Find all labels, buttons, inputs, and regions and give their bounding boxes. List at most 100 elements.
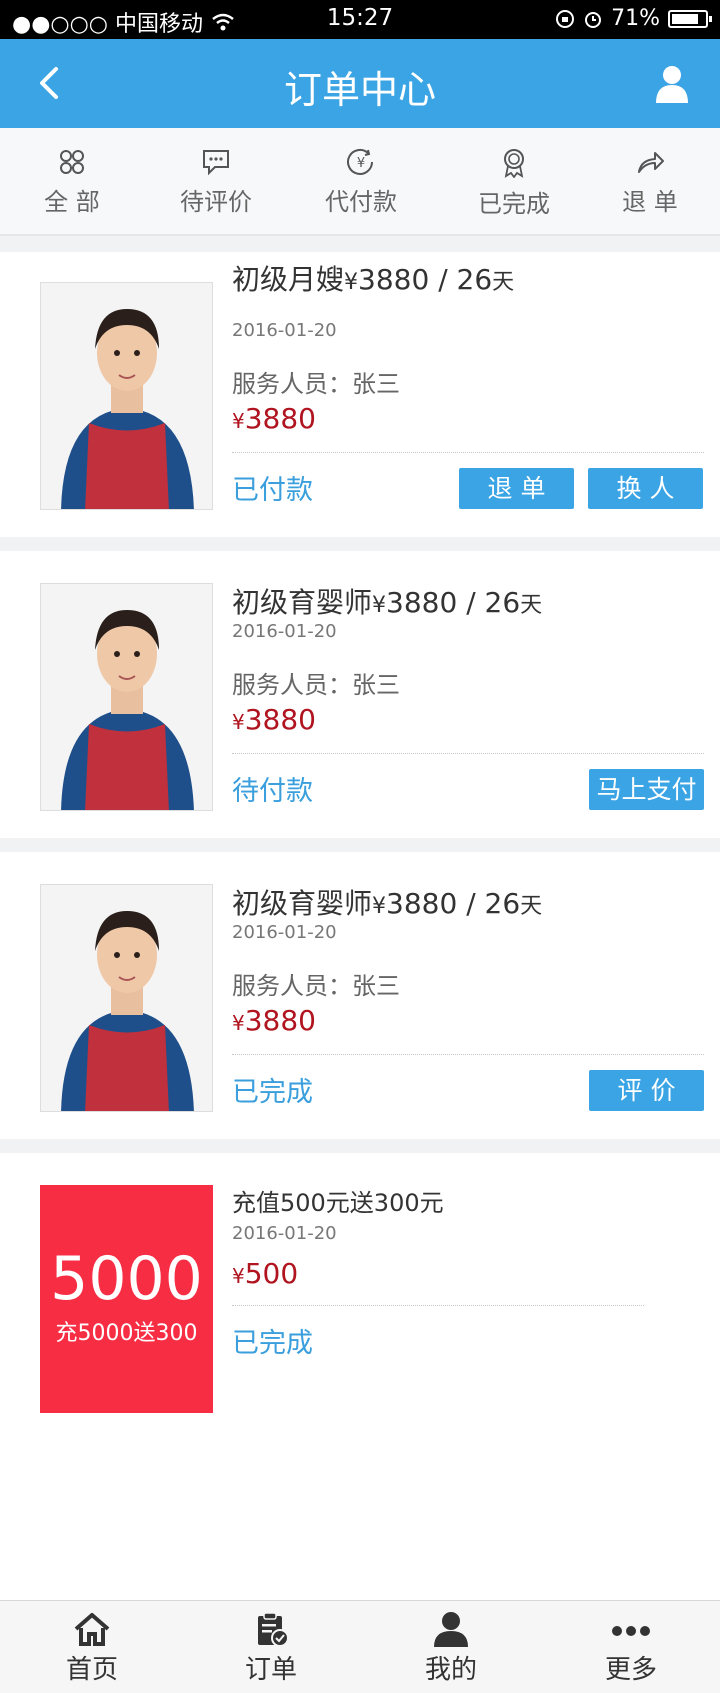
share-arrow-icon: [638, 152, 664, 173]
currency-icon: ¥: [347, 148, 373, 175]
order-title: 初级月嫂¥3880 / 26天: [232, 258, 514, 298]
currency-symbol: ¥: [232, 409, 245, 433]
change-staff-button[interactable]: 换 人: [588, 468, 703, 509]
comment-icon: [203, 150, 229, 176]
service-name: 初级育婴师: [232, 887, 373, 920]
order-card[interactable]: 初级育婴师¥3880 / 26天 2016-01-20 服务人员：张三 ¥388…: [0, 852, 720, 1139]
order-date: 2016-01-20: [232, 320, 337, 341]
grid-icon: [60, 150, 84, 174]
order-price: ¥3880: [232, 1004, 316, 1037]
header-bar: 订单中心: [0, 39, 720, 128]
clipboard-check-icon: [258, 1612, 289, 1647]
status-bar: ●●○○○ 中国移动 15:27 71%: [0, 0, 720, 39]
staff-photo: [40, 282, 213, 510]
person-icon: [434, 1612, 468, 1647]
staff-portrait-image: [41, 885, 212, 1111]
tab-completed-label: 已完成: [478, 190, 550, 218]
currency-symbol: ¥: [232, 1011, 245, 1035]
tab-pending-payment[interactable]: ¥ 代付款: [296, 148, 426, 217]
pay-now-button[interactable]: 马上支付: [589, 769, 704, 810]
service-name: 初级育婴师: [232, 586, 373, 619]
staff-label: 服务人员：张三: [232, 972, 400, 1000]
nav-orders-label: 订单: [244, 1655, 297, 1685]
duration: / 26: [438, 263, 493, 296]
nav-more-label: 更多: [604, 1655, 657, 1685]
promo-caption: 充5000送300: [55, 1321, 198, 1346]
dotted-divider: [232, 753, 704, 754]
more-dots-icon: [612, 1626, 650, 1636]
order-status: 已付款: [232, 475, 313, 506]
staff-portrait-image: [41, 283, 212, 509]
tab-completed[interactable]: 已完成: [449, 148, 579, 219]
title-price: 3880: [386, 586, 458, 619]
order-status: 已完成: [232, 1077, 313, 1108]
nav-more[interactable]: 更多: [571, 1611, 691, 1686]
nav-mine-label: 我的: [424, 1655, 477, 1685]
home-icon: [74, 1613, 110, 1646]
nav-mine[interactable]: 我的: [391, 1611, 511, 1686]
order-card[interactable]: 初级育婴师¥3880 / 26天 2016-01-20 服务人员：张三 ¥388…: [0, 551, 720, 838]
battery-percent: 71%: [611, 6, 660, 31]
order-title: 充值500元送300元: [232, 1189, 444, 1217]
day-unit: 天: [520, 593, 543, 618]
price-value: 500: [244, 1257, 299, 1290]
order-date: 2016-01-20: [232, 621, 337, 642]
order-title: 初级育婴师¥3880 / 26天: [232, 882, 542, 922]
order-card[interactable]: 5000 充5000送300 充值500元送300元 2016-01-20 ¥5…: [0, 1153, 720, 1453]
order-price: ¥3880: [232, 402, 316, 435]
price-value: 3880: [244, 402, 316, 435]
currency-symbol: ¥: [344, 270, 359, 295]
user-profile-icon[interactable]: [652, 63, 692, 105]
tab-refund[interactable]: 退 单: [585, 148, 715, 217]
staff-label: 服务人员：张三: [232, 671, 400, 699]
tab-pending-review[interactable]: 待评价: [151, 148, 281, 217]
bottom-tab-bar: 首页 订单 我的 更多: [0, 1600, 720, 1693]
nav-home-label: 首页: [65, 1655, 118, 1685]
order-date: 2016-01-20: [232, 1223, 337, 1244]
duration: / 26: [466, 586, 521, 619]
tab-pending-review-label: 待评价: [180, 188, 252, 216]
staff-label: 服务人员：张三: [232, 370, 400, 398]
day-unit: 天: [492, 270, 515, 295]
staff-photo: [40, 884, 213, 1112]
order-filter-tabs: 全 部 待评价 ¥ 代付款 已完成 退 单: [0, 128, 720, 236]
rotation-lock-icon: [556, 9, 575, 28]
order-status: 已完成: [232, 1328, 313, 1359]
section-divider: [0, 236, 720, 252]
refund-button[interactable]: 退 单: [459, 468, 574, 509]
tab-all-label: 全 部: [44, 188, 100, 216]
review-button[interactable]: 评 价: [589, 1070, 704, 1111]
order-card[interactable]: 初级月嫂¥3880 / 26天 2016-01-20 服务人员：张三 ¥3880…: [0, 252, 720, 537]
price-value: 3880: [244, 703, 316, 736]
currency-symbol: ¥: [232, 710, 245, 734]
title-price: 3880: [386, 887, 458, 920]
nav-home[interactable]: 首页: [32, 1611, 152, 1686]
status-right: 71%: [555, 6, 712, 31]
nav-orders[interactable]: 订单: [211, 1611, 331, 1686]
dotted-divider: [232, 1305, 644, 1306]
staff-portrait-image: [41, 584, 212, 810]
section-divider: [0, 537, 720, 551]
currency-symbol: ¥: [372, 593, 387, 618]
section-divider: [0, 1139, 720, 1153]
order-price: ¥3880: [232, 703, 316, 736]
alarm-icon: [585, 11, 602, 28]
day-unit: 天: [520, 894, 543, 919]
currency-symbol: ¥: [232, 1264, 245, 1288]
badge-icon: [504, 149, 524, 178]
dotted-divider: [232, 1054, 704, 1055]
order-status: 待付款: [232, 776, 313, 807]
staff-photo: [40, 583, 213, 811]
price-value: 3880: [244, 1004, 316, 1037]
order-price: ¥500: [232, 1257, 298, 1290]
service-name: 初级月嫂: [232, 263, 345, 296]
duration: / 26: [466, 887, 521, 920]
tab-all[interactable]: 全 部: [7, 148, 137, 217]
tab-refund-label: 退 单: [622, 188, 678, 216]
title-price: 3880: [358, 263, 430, 296]
order-date: 2016-01-20: [232, 922, 337, 943]
order-title: 初级育婴师¥3880 / 26天: [232, 581, 542, 621]
page-title: 订单中心: [283, 68, 436, 112]
svg-text:¥: ¥: [357, 156, 365, 171]
dotted-divider: [232, 452, 704, 453]
